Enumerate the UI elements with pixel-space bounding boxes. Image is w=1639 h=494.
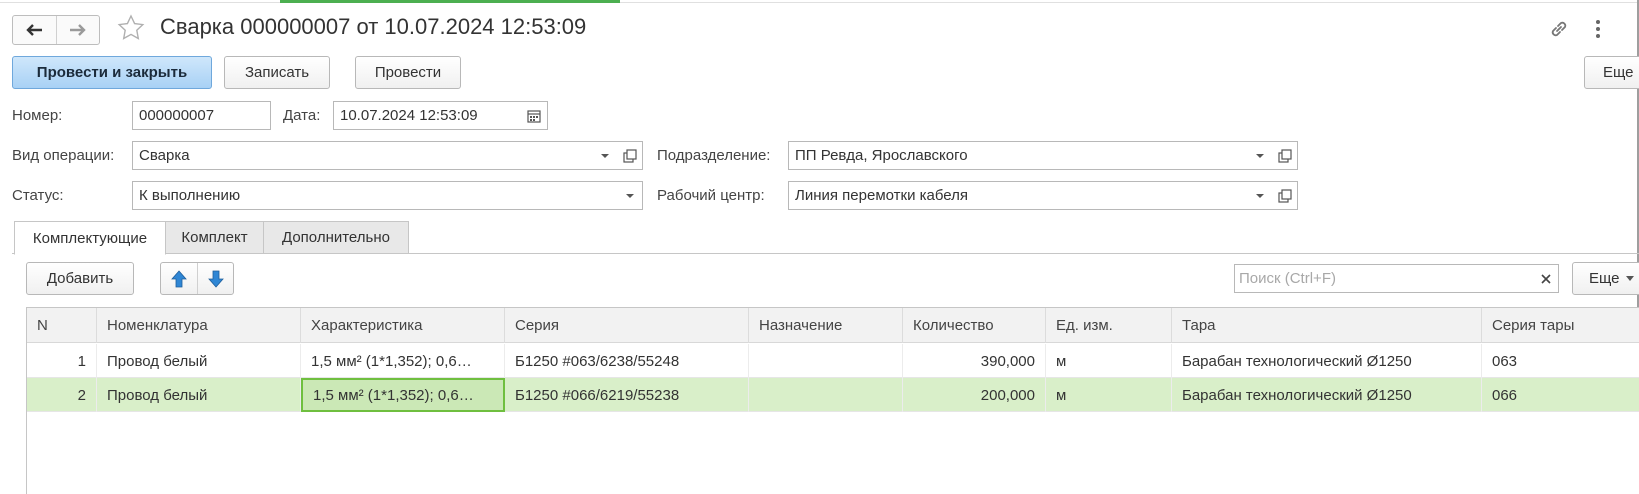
chevron-down-icon: [1625, 276, 1634, 281]
star-icon: [117, 14, 145, 40]
table-row[interactable]: 1 Провод белый 1,5 мм² (1*1,352); 0,6… Б…: [27, 344, 1639, 378]
division-dropdown-button[interactable]: [1248, 141, 1273, 170]
top-accent-segment: [280, 0, 620, 3]
chevron-down-icon: [1256, 193, 1264, 198]
move-down-button[interactable]: [197, 263, 233, 294]
more-menu-button[interactable]: [1586, 17, 1610, 41]
table-more-button[interactable]: Еще: [1572, 262, 1639, 295]
chevron-down-icon: [601, 153, 609, 158]
cell-series[interactable]: Б1250 #066/6219/55238: [505, 378, 749, 412]
column-header-characteristic[interactable]: Характеристика: [301, 308, 505, 343]
move-buttons: [160, 262, 234, 295]
operation-field[interactable]: Сварка: [132, 141, 594, 170]
cell-quantity[interactable]: 390,000: [903, 344, 1046, 378]
cell-quantity[interactable]: 200,000: [903, 378, 1046, 412]
navigation-buttons: [12, 15, 100, 45]
cell-series[interactable]: Б1250 #063/6238/55248: [505, 344, 749, 378]
column-header-unit[interactable]: Ед. изм.: [1046, 308, 1172, 343]
cell-nomenclature[interactable]: Провод белый: [97, 378, 301, 412]
column-header-series[interactable]: Серия: [505, 308, 749, 343]
table-header: N Номенклатура Характеристика Серия Назн…: [27, 308, 1639, 343]
open-form-icon: [1277, 188, 1292, 203]
back-button[interactable]: [13, 16, 56, 44]
cell-container-series[interactable]: 066: [1482, 378, 1639, 412]
toolbar-more-button[interactable]: Еще: [1584, 56, 1639, 89]
arrow-left-icon: [26, 24, 43, 36]
work-center-label: Рабочий центр:: [657, 187, 765, 204]
cell-purpose[interactable]: [749, 378, 903, 412]
arrow-right-icon: [69, 24, 86, 36]
tab-kit[interactable]: Комплект: [165, 221, 264, 254]
cell-container[interactable]: Барабан технологический Ø1250: [1172, 344, 1482, 378]
cell-characteristic-text: 1,5 мм² (1*1,352); 0,6…: [311, 352, 472, 370]
operation-open-button[interactable]: [617, 141, 643, 170]
work-center-open-button[interactable]: [1272, 181, 1298, 210]
cell-n: 1: [27, 344, 97, 378]
tab-components[interactable]: Комплектующие: [14, 221, 166, 255]
arrow-down-icon: [207, 270, 224, 288]
column-header-nomenclature[interactable]: Номенклатура: [97, 308, 301, 343]
components-table: N Номенклатура Характеристика Серия Назн…: [26, 307, 1639, 494]
division-field[interactable]: ПП Ревда, Ярославского: [788, 141, 1249, 170]
date-label: Дата:: [283, 107, 321, 124]
chevron-down-icon: [626, 193, 634, 198]
cell-purpose[interactable]: [749, 344, 903, 378]
close-icon: [1540, 273, 1551, 284]
toolbar-more-label: Еще: [1603, 64, 1634, 81]
cell-characteristic-focused[interactable]: 1,5 мм² (1*1,352); 0,6…: [301, 378, 505, 412]
division-open-button[interactable]: [1272, 141, 1298, 170]
link-button[interactable]: [1547, 17, 1571, 41]
open-form-icon: [622, 148, 637, 163]
calendar-button[interactable]: [521, 101, 548, 130]
arrow-up-icon: [171, 269, 187, 287]
cell-unit[interactable]: м: [1046, 378, 1172, 412]
table-more-label: Еще: [1589, 270, 1620, 287]
number-label: Номер:: [12, 107, 63, 124]
cell-nomenclature[interactable]: Провод белый: [97, 344, 301, 378]
link-icon: [1551, 21, 1567, 37]
cell-characteristic-text: 1,5 мм² (1*1,352); 0,6…: [313, 386, 474, 404]
column-header-n[interactable]: N: [27, 308, 97, 343]
operation-label: Вид операции:: [12, 147, 115, 164]
cell-unit[interactable]: м: [1046, 344, 1172, 378]
column-header-container[interactable]: Тара: [1172, 308, 1482, 343]
column-header-container-series[interactable]: Серия тары: [1482, 308, 1639, 343]
column-header-purpose[interactable]: Назначение: [749, 308, 903, 343]
calendar-icon: [527, 109, 541, 123]
more-vertical-icon: [1596, 20, 1600, 38]
tab-additional[interactable]: Дополнительно: [263, 221, 409, 254]
operation-dropdown-button[interactable]: [593, 141, 618, 170]
work-center-field[interactable]: Линия перемотки кабеля: [788, 181, 1249, 210]
cell-container-series[interactable]: 063: [1482, 344, 1639, 378]
status-field[interactable]: К выполнению: [132, 181, 619, 210]
move-up-button[interactable]: [161, 263, 197, 294]
number-field[interactable]: 000000007: [132, 101, 271, 130]
forward-button[interactable]: [55, 16, 99, 44]
cell-characteristic[interactable]: 1,5 мм² (1*1,352); 0,6…: [301, 344, 505, 378]
cell-container[interactable]: Барабан технологический Ø1250: [1172, 378, 1482, 412]
open-form-icon: [1277, 148, 1292, 163]
search-clear-button[interactable]: [1533, 264, 1559, 293]
chevron-down-icon: [1256, 153, 1264, 158]
cell-n: 2: [27, 378, 97, 412]
favorite-button[interactable]: [117, 14, 145, 42]
add-row-button[interactable]: Добавить: [26, 262, 134, 295]
status-label: Статус:: [12, 187, 64, 204]
division-label: Подразделение:: [657, 147, 771, 164]
top-accent-line: [0, 0, 1639, 3]
post-button[interactable]: Провести: [355, 56, 461, 89]
post-and-close-button[interactable]: Провести и закрыть: [12, 56, 212, 89]
status-dropdown-button[interactable]: [618, 181, 643, 210]
table-row-selected[interactable]: 2 Провод белый 1,5 мм² (1*1,352); 0,6… Б…: [27, 378, 1639, 412]
save-button[interactable]: Записать: [224, 56, 330, 89]
column-header-quantity[interactable]: Количество: [903, 308, 1046, 343]
search-input[interactable]: Поиск (Ctrl+F): [1234, 264, 1534, 293]
date-field[interactable]: 10.07.2024 12:53:09: [333, 101, 522, 130]
page-title: Сварка 000000007 от 10.07.2024 12:53:09: [160, 14, 587, 39]
work-center-dropdown-button[interactable]: [1248, 181, 1273, 210]
search-placeholder: Поиск (Ctrl+F): [1239, 270, 1336, 287]
